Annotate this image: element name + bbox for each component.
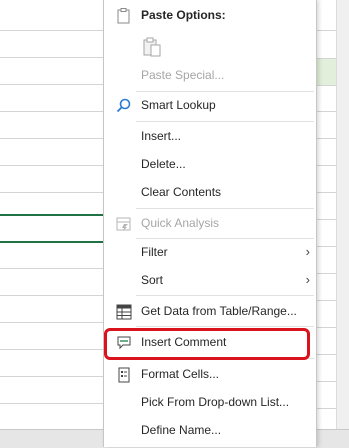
pick-dropdown-item[interactable]: Pick From Drop-down List... [104,389,316,417]
grid-row-line [0,57,110,58]
selection-border [0,241,110,243]
menu-separator [136,295,314,296]
grid-row-line [0,403,110,404]
vertical-scrollbar[interactable] [336,0,349,429]
chevron-right-icon: › [305,244,310,259]
quick-analysis-label: Quick Analysis [141,216,220,230]
insert-comment-highlight [104,328,310,360]
paste-special-label: Paste Special... [141,68,225,82]
grid-row-line [0,295,110,296]
get-data-item[interactable]: Get Data from Table/Range... [104,298,316,326]
context-menu: Paste Options: Paste Special... Smart Lo… [103,0,317,447]
paste-icon [141,36,163,58]
menu-separator [136,326,314,327]
insert-label: Insert... [141,129,182,143]
paste-options-header: Paste Options: [104,2,316,30]
paste-special-item[interactable]: Paste Special... [104,62,316,90]
table-icon [115,303,133,321]
menu-separator [136,208,314,209]
format-cells-icon [115,366,133,384]
grid-row-line [0,376,110,377]
format-cells-item[interactable]: Format Cells... [104,361,316,389]
pick-dropdown-label: Pick From Drop-down List... [141,395,290,409]
grid-row-line [0,349,110,350]
format-cells-label: Format Cells... [141,367,220,381]
menu-separator [136,121,314,122]
grid-row-line [0,165,110,166]
grid-row-line [0,322,110,323]
quick-analysis-item[interactable]: Quick Analysis [104,210,316,238]
define-name-item[interactable]: Define Name... [104,417,316,445]
sort-item[interactable]: Sort › [104,267,316,295]
grid-row-line [0,30,110,31]
get-data-label: Get Data from Table/Range... [141,304,297,318]
grid-row-line [0,268,110,269]
grid-row-line [0,138,110,139]
clear-contents-label: Clear Contents [141,185,222,199]
chevron-right-icon: › [305,272,310,287]
quick-analysis-icon [115,215,133,233]
grid-row-line [0,111,110,112]
clipboard-icon [115,7,133,25]
insert-item[interactable]: Insert... [104,123,316,151]
grid-row-line [0,84,110,85]
sort-label: Sort [141,273,164,287]
smart-lookup-item[interactable]: Smart Lookup [104,92,316,120]
filter-label: Filter [141,245,168,259]
paste-options-label: Paste Options: [141,8,226,22]
selection-border [0,214,110,216]
define-name-label: Define Name... [141,423,222,437]
search-icon [115,97,133,115]
clear-contents-item[interactable]: Clear Contents [104,179,316,207]
grid-row-line [0,192,110,193]
filter-item[interactable]: Filter › [104,239,316,267]
delete-label: Delete... [141,157,186,171]
smart-lookup-label: Smart Lookup [141,98,216,112]
delete-item[interactable]: Delete... [104,151,316,179]
paste-keep-button[interactable] [104,32,316,62]
